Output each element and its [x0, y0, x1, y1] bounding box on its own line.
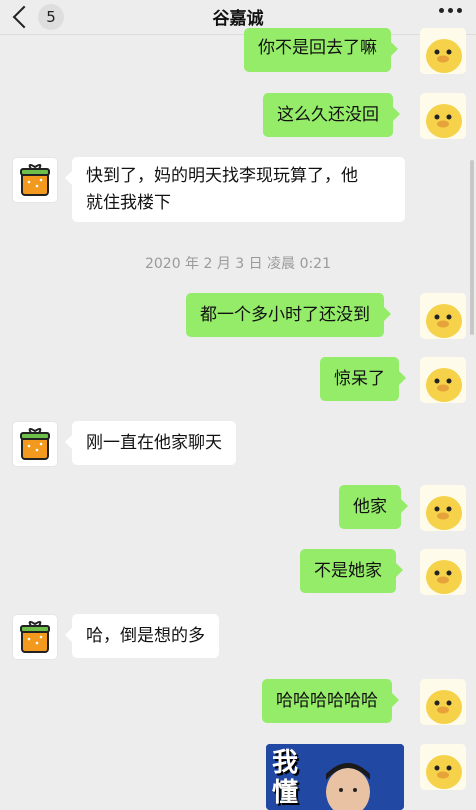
message-bubble-sent[interactable]: 你不是回去了嘛 — [244, 28, 398, 72]
message-bubble-sent[interactable]: 这么久还没回 — [263, 93, 400, 137]
message-bubble-received[interactable]: 快到了，妈的明天找李现玩算了，他 就住我楼下 — [65, 157, 405, 222]
duck-avatar-icon[interactable] — [420, 744, 466, 790]
image-message[interactable]: 我 懂 — [266, 744, 404, 810]
message-text: 刚一直在他家聊天 — [86, 433, 222, 453]
message-text: 哈，倒是想的多 — [86, 626, 205, 646]
message-text: 惊呆了 — [334, 369, 385, 389]
chat-title: 谷嘉诚 — [212, 9, 264, 29]
message-bubble-sent[interactable]: 惊呆了 — [320, 357, 406, 401]
message-bubble-sent[interactable]: 他家 — [339, 485, 408, 529]
message-text: 他家 — [353, 497, 387, 517]
duck-avatar-icon[interactable] — [420, 549, 466, 595]
orange-gift-avatar-icon[interactable] — [12, 614, 58, 660]
message-text: 都一个多小时了还没到 — [200, 305, 370, 325]
message-bubble-sent[interactable]: 不是她家 — [300, 549, 403, 593]
duck-avatar-icon[interactable] — [420, 93, 466, 139]
message-text-line: 就住我楼下 — [86, 193, 171, 213]
timestamp: 2020 年 2 月 3 日 凌晨 0:21 — [144, 256, 332, 272]
message-bubble-received[interactable]: 刚一直在他家聊天 — [65, 421, 236, 465]
duck-avatar-icon[interactable] — [420, 293, 466, 339]
duck-avatar-icon[interactable] — [420, 28, 466, 74]
duck-avatar-icon[interactable] — [420, 679, 466, 725]
sticker-caption: 我 懂 — [272, 748, 299, 808]
more-dots-icon[interactable] — [439, 8, 462, 13]
message-text: 哈哈哈哈哈哈 — [276, 691, 378, 711]
chat-header: 5 谷嘉诚 — [0, 0, 476, 35]
duck-avatar-icon[interactable] — [420, 485, 466, 531]
scrollbar[interactable] — [470, 160, 474, 335]
message-bubble-sent[interactable]: 哈哈哈哈哈哈 — [262, 679, 399, 723]
message-text-line: 快到了，妈的明天找李现玩算了，他 — [86, 166, 358, 186]
message-text: 不是她家 — [314, 561, 382, 581]
orange-gift-avatar-icon[interactable] — [12, 421, 58, 467]
orange-gift-avatar-icon[interactable] — [12, 157, 58, 203]
message-text: 你不是回去了嘛 — [258, 38, 377, 58]
message-bubble-received[interactable]: 哈，倒是想的多 — [65, 614, 219, 658]
message-bubble-sent[interactable]: 都一个多小时了还没到 — [186, 293, 391, 337]
message-text: 这么久还没回 — [277, 105, 379, 125]
duck-avatar-icon[interactable] — [420, 357, 466, 403]
